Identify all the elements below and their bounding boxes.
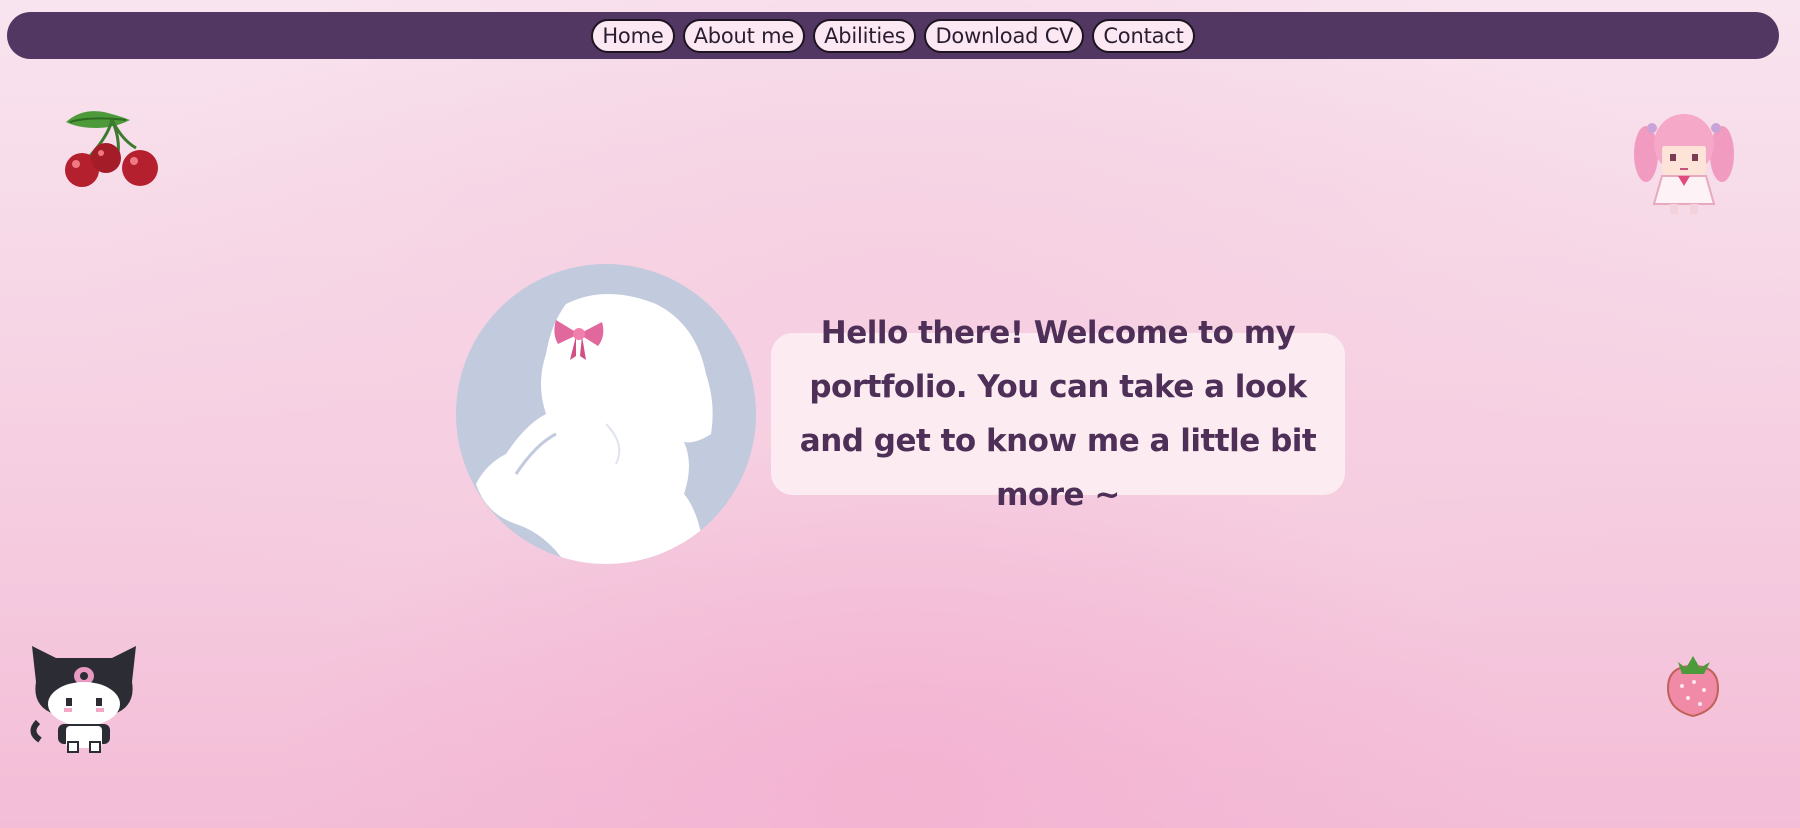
nav-contact-button[interactable]: Contact [1092, 18, 1195, 53]
nav-about-button[interactable]: About me [682, 18, 806, 53]
cherries-icon [65, 111, 158, 187]
nav-abilities-button[interactable]: Abilities [813, 18, 917, 53]
bow-icon [554, 320, 604, 360]
nav-home-button[interactable]: Home [591, 18, 675, 53]
nav-download-cv-button[interactable]: Download CV [924, 18, 1085, 53]
welcome-message: Hello there! Welcome to my portfolio. Yo… [771, 315, 1345, 513]
kuromi-icon [30, 646, 136, 753]
pink-haired-girl-icon [1634, 114, 1734, 214]
profile-avatar [456, 264, 756, 564]
top-navbar: Home About me Abilities Download CV Cont… [7, 12, 1779, 59]
strawberry-icon [1666, 656, 1720, 718]
welcome-text: Hello there! Welcome to my portfolio. Yo… [799, 315, 1317, 513]
silhouette-image [476, 294, 713, 564]
